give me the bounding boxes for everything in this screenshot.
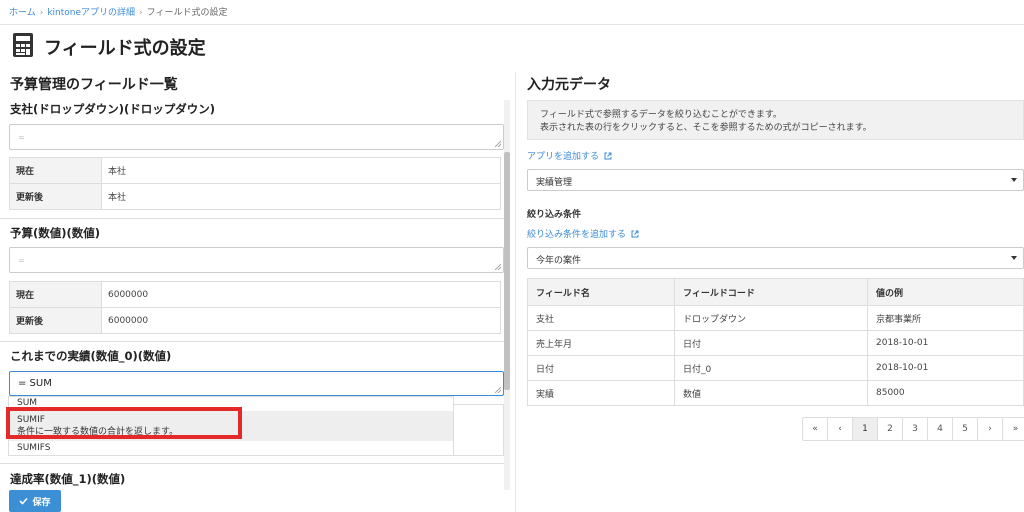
pagination: « ‹ 1 2 3 4 5 › » — [802, 417, 1024, 441]
app-select[interactable]: 実績管理 — [527, 169, 1024, 191]
table-cell: 日付_0 — [674, 355, 868, 381]
filter-label: 絞り込み条件 — [527, 210, 582, 220]
table-cell: 2018-10-01 — [867, 330, 1024, 356]
calculator-icon — [13, 33, 33, 57]
breadcrumb-home[interactable]: ホーム — [9, 8, 36, 18]
info-line: 表示された表の行をクリックすると、そこを参照するための式がコピーされます。 — [540, 123, 872, 133]
filter-select-value: 今年の案件 — [536, 256, 582, 266]
field-list-title: 予算管理のフィールド一覧 — [10, 77, 178, 93]
add-app-link[interactable]: アプリを追加する — [527, 149, 612, 162]
field-separator — [0, 341, 504, 342]
table-fragment — [454, 404, 504, 456]
autocomplete-item-sumifs[interactable]: SUMIFS — [9, 442, 453, 454]
formula-placeholder: = — [18, 256, 25, 265]
field-values-branch: 現在 本社 更新後 本社 — [9, 157, 501, 210]
table-cell: 京都事業所 — [867, 305, 1024, 331]
table-cell: 2018-10-01 — [867, 355, 1024, 381]
pager-page-3[interactable]: 3 — [903, 418, 928, 440]
field-label-branch: 支社(ドロップダウン)(ドロップダウン) — [10, 102, 216, 116]
pager-page-4[interactable]: 4 — [928, 418, 953, 440]
formula-input-branch[interactable]: = — [9, 124, 504, 150]
pager-last[interactable]: » — [1003, 418, 1024, 440]
info-line: フィールド式で参照するデータを絞り込むことができます。 — [540, 110, 782, 120]
table-row[interactable]: 支社 ドロップダウン 京都事業所 — [527, 305, 1024, 331]
table-header-row: フィールド名 フィールドコード 値の例 — [527, 278, 1024, 306]
formula-input-budget[interactable]: = — [9, 247, 504, 273]
formula-input-actual[interactable]: = SUM — [9, 371, 504, 396]
current-value: 本社 — [101, 157, 501, 184]
page-title: フィールド式の設定 — [44, 38, 206, 59]
pager-page-1[interactable]: 1 — [853, 418, 878, 440]
table-cell: 支社 — [527, 305, 675, 331]
column-divider — [515, 72, 516, 512]
column-header-field-code: フィールドコード — [674, 278, 868, 306]
current-label: 現在 — [9, 157, 102, 184]
breadcrumb-app-detail[interactable]: kintoneアプリの詳細 — [47, 8, 135, 18]
table-row[interactable]: 実績 数値 85000 — [527, 380, 1024, 406]
pager-next[interactable]: › — [978, 418, 1003, 440]
caret-down-icon — [1011, 178, 1017, 182]
info-box: フィールド式で参照するデータを絞り込むことができます。 表示された表の行をクリッ… — [527, 100, 1024, 140]
field-label-budget: 予算(数値)(数値) — [10, 226, 101, 240]
highlight-annotation — [6, 407, 242, 439]
formula-placeholder: = — [18, 133, 25, 142]
breadcrumb-current: フィールド式の設定 — [146, 8, 228, 18]
breadcrumb-separator: › — [139, 8, 143, 18]
resize-handle[interactable] — [495, 141, 501, 147]
formula-value: = SUM — [18, 378, 52, 389]
check-icon — [19, 497, 29, 505]
resize-handle[interactable] — [495, 387, 501, 393]
pager-page-2[interactable]: 2 — [878, 418, 903, 440]
field-label-actual: これまでの実績(数値_0)(数値) — [10, 349, 172, 363]
external-link-icon — [631, 230, 639, 238]
current-value: 6000000 — [101, 281, 501, 308]
table-cell: 85000 — [867, 380, 1024, 406]
updated-value: 本社 — [101, 183, 501, 210]
field-separator — [0, 218, 504, 219]
header-divider — [0, 24, 1024, 25]
pager-page-5[interactable]: 5 — [953, 418, 978, 440]
table-cell: 日付 — [674, 330, 868, 356]
breadcrumb-separator: › — [39, 8, 44, 18]
add-filter-link-label: 絞り込み条件を追加する — [527, 230, 627, 240]
updated-label: 更新後 — [9, 307, 102, 334]
table-row[interactable]: 日付 日付_0 2018-10-01 — [527, 355, 1024, 381]
table-cell: 実績 — [527, 380, 675, 406]
column-header-example: 値の例 — [867, 278, 1024, 306]
caret-down-icon — [1011, 256, 1017, 260]
app-select-value: 実績管理 — [536, 178, 573, 188]
save-button-label: 保存 — [32, 497, 51, 508]
field-separator — [0, 463, 504, 464]
filter-select[interactable]: 今年の案件 — [527, 247, 1024, 269]
source-data-title: 入力元データ — [527, 77, 611, 93]
column-header-field-name: フィールド名 — [527, 278, 675, 306]
table-cell: 売上年月 — [527, 330, 675, 356]
table-cell: ドロップダウン — [674, 305, 868, 331]
resize-handle[interactable] — [495, 264, 501, 270]
pager-first[interactable]: « — [803, 418, 828, 440]
breadcrumb: ホーム › kintoneアプリの詳細 › フィールド式の設定 — [9, 5, 227, 18]
add-filter-link[interactable]: 絞り込み条件を追加する — [527, 227, 639, 240]
external-link-icon — [604, 152, 612, 160]
add-app-link-label: アプリを追加する — [527, 152, 600, 162]
table-cell: 数値 — [674, 380, 868, 406]
field-label-achievement: 達成率(数値_1)(数値) — [10, 472, 126, 486]
table-row[interactable]: 売上年月 日付 2018-10-01 — [527, 330, 1024, 356]
source-data-table: フィールド名 フィールドコード 値の例 支社 ドロップダウン 京都事業所 売上年… — [527, 278, 1024, 406]
table-cell: 日付 — [527, 355, 675, 381]
field-values-budget: 現在 6000000 更新後 6000000 — [9, 281, 501, 334]
updated-label: 更新後 — [9, 183, 102, 210]
current-label: 現在 — [9, 281, 102, 308]
save-button[interactable]: 保存 — [9, 490, 61, 512]
pager-prev[interactable]: ‹ — [828, 418, 853, 440]
scrollbar-thumb[interactable] — [504, 152, 510, 390]
updated-value: 6000000 — [101, 307, 501, 334]
